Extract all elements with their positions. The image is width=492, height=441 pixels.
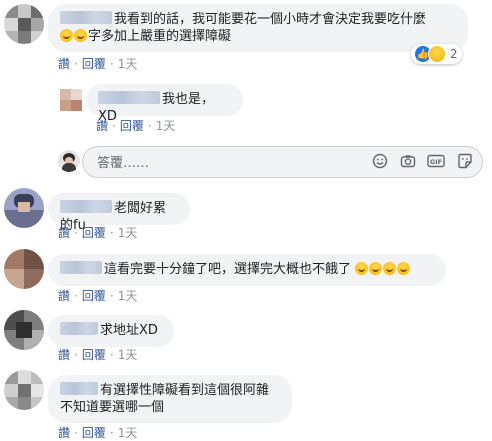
- like-link[interactable]: 讚: [58, 348, 70, 362]
- reply-link[interactable]: 回覆: [82, 348, 106, 362]
- timestamp[interactable]: 1天: [118, 348, 138, 362]
- laughing-emoji-icon: [355, 262, 369, 275]
- avatar[interactable]: [4, 188, 44, 228]
- timestamp[interactable]: 1天: [118, 226, 138, 240]
- commenter-name[interactable]: [98, 91, 160, 104]
- timestamp[interactable]: 1天: [118, 289, 138, 303]
- avatar[interactable]: [4, 249, 44, 289]
- laughing-emoji-icon: [74, 29, 87, 42]
- reaction-summary[interactable]: 👍 2: [411, 44, 462, 64]
- gif-icon[interactable]: GIF: [427, 153, 445, 171]
- comment-actions: 讚 · 回覆 · 1天: [58, 226, 138, 240]
- timestamp[interactable]: 1天: [118, 57, 138, 71]
- laughing-emoji-icon: [383, 262, 397, 275]
- reply-link[interactable]: 回覆: [82, 226, 106, 240]
- sticker-icon[interactable]: [456, 153, 474, 171]
- comment-text: 字多加上嚴重的選擇障礙: [88, 29, 232, 44]
- comment-actions: 讚 · 回覆 · 1天: [96, 119, 176, 133]
- avatar[interactable]: [4, 310, 44, 350]
- laughing-emoji-icon: [369, 262, 383, 275]
- avatar[interactable]: [60, 89, 82, 111]
- comment-bubble: 有選擇性障礙看到這個很阿雜 不知道要選哪一個: [48, 375, 292, 423]
- comment-actions: 讚 · 回覆 · 1天: [58, 57, 138, 71]
- reply-bubble: 我也是，XD: [86, 84, 243, 124]
- comment-actions: 讚 · 回覆 · 1天: [58, 348, 138, 362]
- laughing-emoji-icon: [60, 29, 73, 42]
- reply-link[interactable]: 回覆: [120, 119, 144, 133]
- like-link[interactable]: 讚: [58, 57, 70, 71]
- svg-text:GIF: GIF: [430, 158, 442, 166]
- reply-link[interactable]: 回覆: [82, 426, 106, 440]
- reply-input[interactable]: [95, 153, 349, 173]
- comment-bubble: 求地址XD: [48, 315, 174, 347]
- commenter-name[interactable]: [60, 200, 112, 213]
- comment-actions: 讚 · 回覆 · 1天: [58, 289, 138, 303]
- like-link[interactable]: 讚: [58, 226, 70, 240]
- comment-bubble: 這看完要十分鐘了吧，選擇完大概也不餓了: [48, 254, 446, 286]
- emoji-icon[interactable]: [371, 153, 389, 171]
- commenter-name[interactable]: [60, 11, 112, 24]
- comment-bubble: 我看到的話，我可能要花一個小時才會決定我要吃什麼 字多加上嚴重的選擇障礙: [48, 4, 468, 52]
- timestamp[interactable]: 1天: [118, 426, 138, 440]
- comment-text: 不知道要選哪一個: [60, 400, 165, 415]
- reply-link[interactable]: 回覆: [82, 289, 106, 303]
- comment-actions: 讚 · 回覆 · 1天: [58, 426, 138, 440]
- comment-text: 我看到的話，我可能要花一個小時才會決定我要吃什麼: [114, 12, 427, 27]
- commenter-name[interactable]: [60, 382, 98, 395]
- commenter-name[interactable]: [60, 261, 102, 274]
- reply-composer: GIF: [82, 146, 483, 178]
- like-link[interactable]: 讚: [58, 289, 70, 303]
- comment-text: 求地址XD: [100, 323, 158, 338]
- like-link[interactable]: 讚: [58, 426, 70, 440]
- comment-text: 有選擇性障礙看到這個很阿雜: [100, 383, 270, 398]
- avatar[interactable]: [4, 370, 44, 410]
- like-link[interactable]: 讚: [96, 119, 108, 133]
- avatar[interactable]: [4, 4, 44, 44]
- comment-bubble: 老闆好累的fu: [48, 193, 190, 233]
- camera-icon[interactable]: [399, 153, 417, 171]
- timestamp[interactable]: 1天: [156, 119, 176, 133]
- commenter-name[interactable]: [60, 322, 98, 335]
- reply-link[interactable]: 回覆: [82, 57, 106, 71]
- laughing-emoji-icon: [397, 262, 411, 275]
- haha-reaction-icon: [428, 45, 446, 63]
- current-user-avatar: [58, 150, 80, 172]
- comment-text: 這看完要十分鐘了吧，選擇完大概也不餓了: [104, 262, 352, 277]
- reaction-count: 2: [450, 47, 458, 61]
